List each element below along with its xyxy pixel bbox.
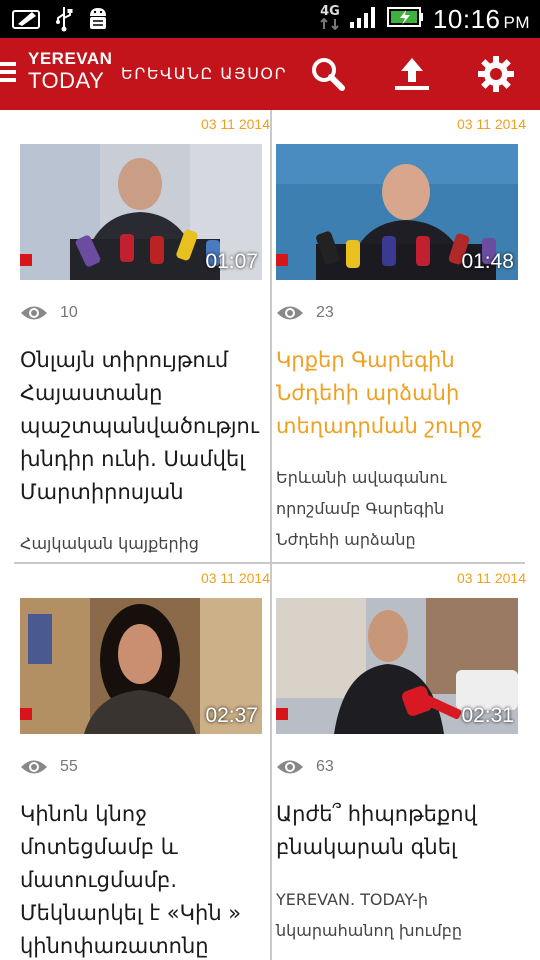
- video-duration: 02:31: [461, 704, 514, 727]
- news-summary: Հայկական կայքերից: [20, 534, 199, 553]
- live-marker: [276, 708, 288, 720]
- video-duration: 01:07: [205, 250, 258, 273]
- card-date: 03 11 2014: [200, 116, 270, 132]
- news-summary: Երևանի ավագանու որոշմամբ Գարեգին Նժդեհի …: [276, 468, 447, 549]
- live-marker: [20, 708, 32, 720]
- video-thumbnail[interactable]: 02:37: [20, 598, 262, 734]
- news-title[interactable]: Կինոն կնոջ մոտեցմամբ և մատուցմամբ. Մեկնա…: [20, 798, 270, 960]
- news-card[interactable]: 03 11 2014 01:07 10 Օնլայն տիրույթում Հա…: [20, 110, 270, 562]
- news-title[interactable]: Կրքեր Գարեգին Նժդեհի արձանի տեղադրման շո…: [276, 344, 526, 443]
- settings-icon[interactable]: [476, 54, 516, 94]
- clock-time: 10:16: [432, 3, 501, 34]
- column-divider: [270, 110, 272, 960]
- view-count: 23: [276, 304, 334, 322]
- news-grid: 03 11 2014 01:07 10 Օնլայն տիրույթում Հա…: [0, 110, 540, 960]
- notification-icon: [12, 8, 42, 34]
- app-subtitle: ԵՐԵՎԱՆԸ ԱՅՍՕՐ: [121, 64, 288, 83]
- app-logo[interactable]: YEREVAN TODAY: [28, 49, 113, 100]
- card-date: 03 11 2014: [456, 116, 526, 132]
- card-date: 03 11 2014: [456, 570, 526, 586]
- video-thumbnail[interactable]: 01:48: [276, 144, 518, 280]
- view-count-value: 63: [316, 758, 334, 775]
- view-count: 63: [276, 758, 334, 776]
- eye-icon: [277, 760, 303, 774]
- view-count: 55: [20, 758, 78, 776]
- clock-ampm: PM: [503, 12, 530, 32]
- menu-icon[interactable]: [0, 62, 16, 86]
- logo-top-text: YEREVAN: [28, 49, 113, 68]
- eye-icon: [277, 306, 303, 320]
- video-duration: 02:37: [205, 704, 258, 727]
- video-thumbnail[interactable]: 02:31: [276, 598, 518, 734]
- network-type: 4G: [320, 3, 340, 19]
- eye-icon: [21, 760, 47, 774]
- view-count-value: 55: [60, 758, 78, 775]
- view-count-value: 10: [60, 304, 78, 321]
- usb-icon: [54, 6, 74, 36]
- search-icon[interactable]: [308, 54, 348, 94]
- upload-icon[interactable]: [392, 54, 432, 94]
- live-marker: [20, 254, 32, 266]
- app-bar: YEREVAN TODAY ԵՐԵՎԱՆԸ ԱՅՍՕՐ: [0, 38, 540, 110]
- network-indicator: 4G: [319, 3, 341, 33]
- battery-charging-icon: [386, 6, 425, 32]
- view-count-value: 23: [316, 304, 334, 321]
- news-card[interactable]: 03 11 2014 02:37 55 Կինոն կնոջ մոտեցմամբ…: [20, 564, 270, 960]
- news-card[interactable]: 03 11 2014 02:31 63 Արժե՞ հիպոթեքով բնակ…: [276, 564, 526, 960]
- logo-bottom-text: TODAY: [28, 68, 105, 93]
- video-duration: 01:48: [461, 250, 514, 273]
- news-title[interactable]: Օնլայն տիրույթում Հայաստանը պաշտպանվածու…: [20, 344, 270, 509]
- news-summary: YEREVAN. TODAY-ի նկարահանող խումբը: [276, 890, 463, 940]
- news-card[interactable]: 03 11 2014 01:48 23 Կրքեր Գարեգին Նժդեհի…: [276, 110, 526, 562]
- android-debug-icon: [86, 6, 110, 36]
- live-marker: [276, 254, 288, 266]
- status-bar: 4G 10:16 PM: [0, 0, 540, 38]
- eye-icon: [21, 306, 47, 320]
- data-arrows-icon: [320, 17, 339, 30]
- clock: 10:16 PM: [433, 4, 530, 35]
- view-count: 10: [20, 304, 78, 322]
- video-thumbnail[interactable]: 01:07: [20, 144, 262, 280]
- card-date: 03 11 2014: [200, 570, 270, 586]
- signal-icon: [349, 4, 379, 34]
- news-title[interactable]: Արժե՞ հիպոթեքով բնակարան գնել: [276, 798, 526, 864]
